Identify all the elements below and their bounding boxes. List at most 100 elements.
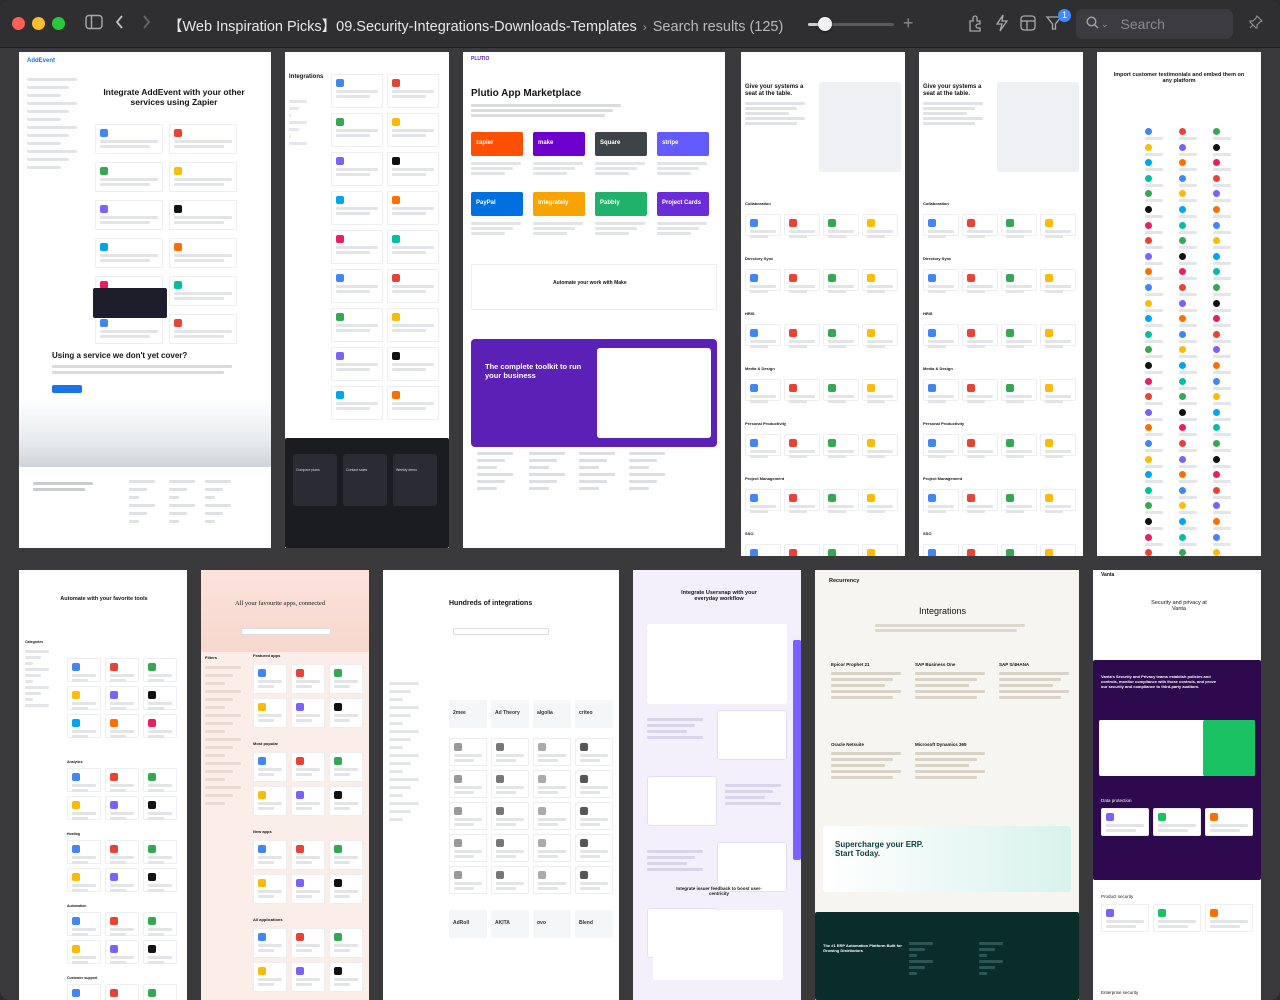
cell-text (336, 168, 378, 171)
app-icon (392, 313, 400, 321)
result-card-systems-b[interactable]: Give your systems a seat at the table. Co… (919, 52, 1083, 556)
close-window-button[interactable] (12, 17, 25, 30)
cell-text (1158, 925, 1188, 928)
card-thumbnail: PLUTIO Plutio App Marketplace zapier make Sq… (463, 52, 725, 548)
app-name (1145, 386, 1163, 390)
app-name (1179, 152, 1197, 156)
result-card-recurrency[interactable]: Recurrency Integrations Epicor Prophet 21 S… (815, 570, 1079, 1000)
cell-text (296, 714, 320, 717)
result-card-usersnap[interactable]: Integrate Usersnap with your everyday wo… (633, 570, 801, 1000)
cell-text (336, 129, 378, 132)
integration-tile (105, 868, 139, 892)
app-icon (580, 775, 588, 783)
filter-list (205, 698, 233, 701)
extensions-icon[interactable] (966, 14, 986, 34)
app-icon (1179, 549, 1186, 556)
sidebar-icon[interactable] (84, 14, 104, 34)
integration-tile (169, 124, 237, 154)
footer-links (979, 972, 987, 975)
app-name (1213, 293, 1231, 296)
cell-text (454, 823, 474, 826)
app-icon (789, 384, 797, 392)
minimize-window-button[interactable] (32, 17, 45, 30)
result-card-people[interactable]: All your favourite apps, connected Filter… (201, 570, 369, 1000)
feature-text (647, 730, 687, 733)
section-heading: Featured apps (253, 653, 281, 658)
card-heading: Import customer testimonials and embed t… (1113, 72, 1245, 85)
card-heading: Integrations (289, 74, 324, 80)
app-icon (258, 967, 266, 975)
result-card-integrations-list[interactable]: Integrations Compare plans Contact sales We… (285, 52, 449, 548)
cell-text (334, 807, 350, 810)
partner-logo-tile: ovo (533, 910, 571, 938)
result-card-automate[interactable]: Automate with your favorite tools Categor… (19, 570, 187, 1000)
cell-text (148, 884, 172, 887)
integration-tile (253, 664, 287, 694)
cell-text (336, 134, 370, 137)
app-icon (1145, 237, 1152, 245)
workflow-diagram (647, 624, 787, 704)
cell-text (928, 510, 946, 513)
app-icon (1158, 813, 1166, 821)
layout-icon[interactable] (1018, 14, 1038, 34)
app-name (1179, 511, 1197, 515)
result-card-testimonials[interactable]: Import customer testimonials and embed t… (1097, 52, 1261, 556)
app-icon (148, 663, 156, 671)
app-icon (1213, 486, 1220, 494)
app-name (1145, 293, 1163, 296)
cell-text (867, 235, 885, 238)
app-name (1179, 246, 1197, 250)
app-icon (72, 719, 80, 727)
result-card-systems-a[interactable]: Give your systems a seat at the table. Co… (741, 52, 905, 556)
back-icon[interactable] (110, 14, 130, 34)
tile-label: Integrately (538, 200, 569, 206)
search-field[interactable]: ⌄ Search (1076, 9, 1233, 39)
cell-text (496, 791, 516, 794)
cell-text (496, 887, 516, 890)
app-icon (1179, 440, 1186, 447)
partner-logo-tile (491, 866, 529, 894)
partner-logo-tile (491, 770, 529, 798)
partner-logo-tile (575, 802, 613, 830)
result-card-plutio[interactable]: PLUTIO Plutio App Marketplace zapier make Sq… (463, 52, 725, 548)
cell-text (148, 817, 164, 820)
forward-icon[interactable] (136, 14, 156, 34)
filter-list (205, 674, 233, 677)
feature-text (647, 856, 695, 859)
footer-links (629, 473, 665, 476)
app-name (1145, 308, 1163, 312)
cell-text (296, 949, 312, 952)
integration-text (831, 776, 893, 779)
pin-icon[interactable] (1246, 14, 1266, 34)
category-list (25, 650, 49, 653)
marketplace-tile: make (533, 132, 585, 156)
bolt-icon[interactable] (992, 14, 1012, 34)
zoom-window-button[interactable] (52, 17, 65, 30)
integration-name: Oracle Netsuite (831, 742, 865, 747)
app-icon (1145, 424, 1152, 432)
result-card-segment[interactable]: Hundreds of integrations 2mee Ad Theory alg… (383, 570, 619, 1000)
footer-links (629, 459, 657, 462)
app-icon (1179, 206, 1186, 213)
app-icon (1006, 549, 1014, 556)
app-name (1179, 168, 1197, 172)
zoom-slider-knob[interactable] (818, 17, 833, 31)
cell-text (148, 702, 172, 705)
zoom-in-icon[interactable]: + (903, 13, 914, 34)
cell-text (110, 735, 126, 738)
result-card-vanta[interactable]: Vanta Security and privacy at Vanta Vanta'… (1093, 570, 1261, 1000)
integration-tile (387, 191, 439, 225)
app-name (1179, 371, 1197, 374)
cta-heading: Automate your work with Make (553, 280, 627, 286)
cell-text (967, 230, 993, 233)
result-card-addevent[interactable]: AddEvent Integrate AddEvent with your oth… (19, 52, 271, 548)
integration-tile (962, 434, 998, 458)
marketplace-tile: Project Cards (657, 192, 709, 216)
app-icon (110, 845, 118, 853)
cell-text (296, 719, 312, 722)
integration-tile (331, 347, 383, 381)
category-list (389, 706, 419, 709)
section-heading: Project Management (923, 476, 963, 481)
cell-text (110, 861, 126, 864)
zoom-slider[interactable] (808, 17, 894, 31)
